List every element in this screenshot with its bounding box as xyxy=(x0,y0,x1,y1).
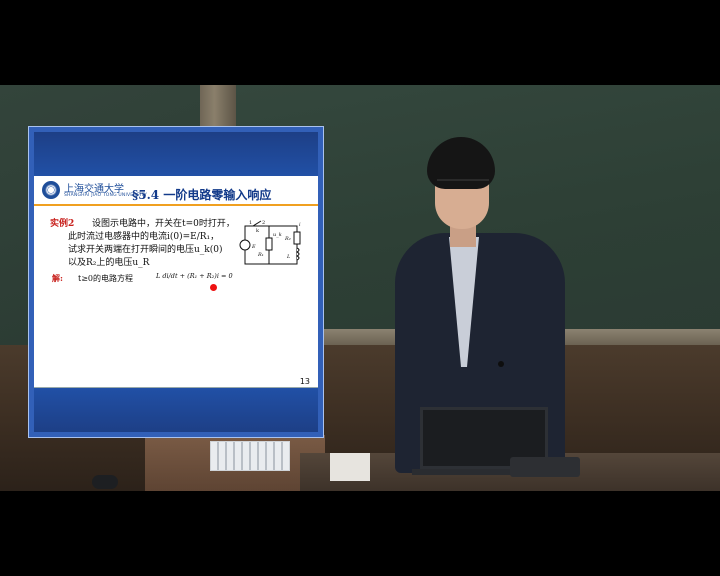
problem-line: 此时流过电感器中的电流i(0)=E/R₁， xyxy=(68,232,220,242)
example-label: 实例2 xyxy=(50,219,75,229)
presentation-remote xyxy=(510,457,580,477)
switch-1-label: 1 xyxy=(249,220,252,226)
problem-line: 试求开关两端在打开瞬间的电压u_k(0) xyxy=(68,245,223,255)
slide-top-band xyxy=(34,132,318,176)
solution-text: t≥0的电路方程 xyxy=(78,274,134,283)
inductor-label: L xyxy=(286,254,291,260)
lapel-microphone xyxy=(498,361,504,367)
switch-k-label: k xyxy=(256,228,260,234)
circuit-equation: L di/dt + (R₁ + R₂)i = 0 xyxy=(156,272,233,280)
computer-mouse xyxy=(92,475,118,489)
laser-pointer-dot xyxy=(210,284,217,291)
tissue-box xyxy=(330,453,370,481)
problem-line: 设图示电路中，开关在t=0时打开， xyxy=(92,219,235,229)
problem-line: 以及R₂上的电压u_R xyxy=(68,258,150,268)
circuit-diagram: 1 2 k E R₁ u_k R₂ L i xyxy=(239,220,301,265)
slide-content: 上海交通大学 SHANGHAI JIAO TONG UNIVERSITY §5.… xyxy=(34,132,318,432)
switch-2-label: 2 xyxy=(262,220,265,226)
slide-title: §5.4 一阶电路零输入响应 xyxy=(132,188,272,202)
current-label: i xyxy=(299,222,301,228)
podium-control-panel xyxy=(210,441,290,471)
r2-label: R₂ xyxy=(284,236,291,242)
source-label: E xyxy=(251,244,256,250)
page-number: 13 xyxy=(299,377,310,386)
presenter-glasses xyxy=(437,179,489,189)
r1-label: R₁ xyxy=(257,252,264,258)
solution-label: 解: xyxy=(52,273,63,283)
uk-label: u_k xyxy=(273,232,282,238)
seal-icon xyxy=(42,181,60,199)
slide-bottom-band xyxy=(34,388,318,432)
slide-overlay: 上海交通大学 SHANGHAI JIAO TONG UNIVERSITY §5.… xyxy=(28,126,324,438)
university-logo: 上海交通大学 SHANGHAI JIAO TONG UNIVERSITY xyxy=(42,180,147,202)
